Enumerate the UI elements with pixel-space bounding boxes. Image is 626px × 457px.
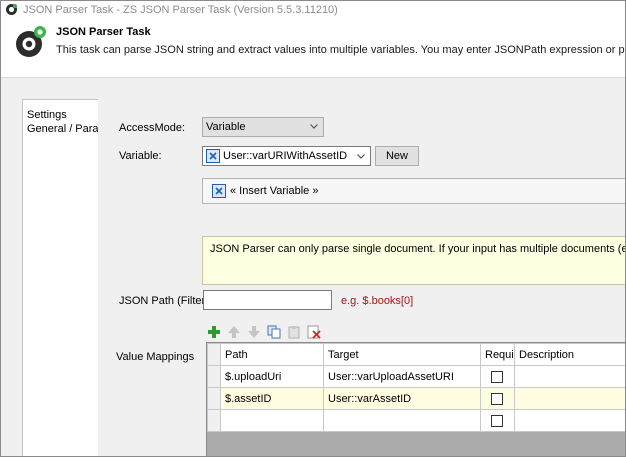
task-title: JSON Parser Task [56,26,151,38]
variable-select[interactable]: User::varURIWithAssetID [202,146,371,166]
mapping-description-cell[interactable] [514,409,625,432]
mapping-path-cell[interactable] [220,409,324,432]
column-header-required[interactable]: Requi [480,343,515,366]
mapping-required-cell[interactable] [480,387,515,410]
variable-label: Variable: [119,150,162,162]
table-row[interactable] [207,409,625,432]
nav-item-settings[interactable]: Settings [23,108,98,122]
access-mode-select[interactable]: Variable [202,117,324,137]
mapping-target-cell[interactable] [323,409,481,432]
required-checkbox[interactable] [491,392,503,405]
required-checkbox[interactable] [491,414,503,427]
window-title: JSON Parser Task - ZS JSON Parser Task (… [23,3,338,16]
mapping-path-cell[interactable]: $.assetID [220,387,324,410]
table-row[interactable]: $.uploadUri User::varUploadAssetURI [207,365,625,388]
single-document-warning: JSON Parser can only parse single docume… [202,236,626,285]
dialog-window: JSON Parser Task - ZS JSON Parser Task (… [0,0,626,457]
settings-nav-pane: Settings General / Parar [22,99,98,456]
move-up-icon[interactable] [227,325,241,339]
variable-x-icon [206,149,220,163]
mapping-target-cell[interactable]: User::varAssetID [323,387,481,410]
mappings-toolbar [207,324,321,340]
value-mappings-grid[interactable]: Path Target Requi Description $.uploadUr… [206,342,625,456]
variable-value: User::varURIWithAssetID [223,150,348,162]
grid-header-row: Path Target Requi Description [207,343,625,366]
nav-item-general-parameters[interactable]: General / Parar [23,122,98,136]
value-mappings-label: Value Mappings [116,351,195,363]
task-header: JSON Parser Task This task can parse JSO… [1,18,626,78]
mapping-required-cell[interactable] [480,365,515,388]
column-header-target[interactable]: Target [323,343,481,366]
delete-icon[interactable] [307,325,321,339]
row-header[interactable] [207,365,221,388]
required-checkbox[interactable] [491,370,503,383]
json-path-input[interactable] [203,290,332,310]
insert-variable-link[interactable]: « Insert Variable » [202,178,625,204]
chevron-down-icon [310,124,318,129]
mapping-target-cell[interactable]: User::varUploadAssetURI [323,365,481,388]
column-header-path[interactable]: Path [220,343,324,366]
column-header-description[interactable]: Description [514,343,625,366]
row-header[interactable] [207,387,221,410]
row-header[interactable] [207,409,221,432]
mapping-description-cell[interactable] [514,365,625,388]
row-header-corner [207,343,221,366]
mapping-path-cell[interactable]: $.uploadUri [220,365,324,388]
copy-icon[interactable] [267,325,281,339]
table-row[interactable]: $.assetID User::varAssetID [207,387,625,410]
title-bar: JSON Parser Task - ZS JSON Parser Task (… [1,1,625,18]
paste-icon[interactable] [287,325,301,339]
new-variable-button[interactable]: New [375,146,419,166]
json-path-label: JSON Path (Filter) [119,295,209,307]
json-parser-app-icon [6,4,17,15]
chevron-down-icon [357,154,365,159]
variable-x-icon [212,184,226,198]
task-description: This task can parse JSON string and extr… [56,44,626,56]
mapping-required-cell[interactable] [480,409,515,432]
mapping-description-cell[interactable] [514,387,625,410]
warning-text: JSON Parser can only parse single docume… [210,243,626,255]
add-icon[interactable] [207,325,221,339]
json-path-hint: e.g. $.books[0] [341,295,414,307]
move-down-icon[interactable] [247,325,261,339]
access-mode-value: Variable [206,121,246,133]
insert-variable-label: « Insert Variable » [230,185,319,197]
access-mode-label: AccessMode: [119,122,186,134]
zs-logo-icon [16,26,46,57]
